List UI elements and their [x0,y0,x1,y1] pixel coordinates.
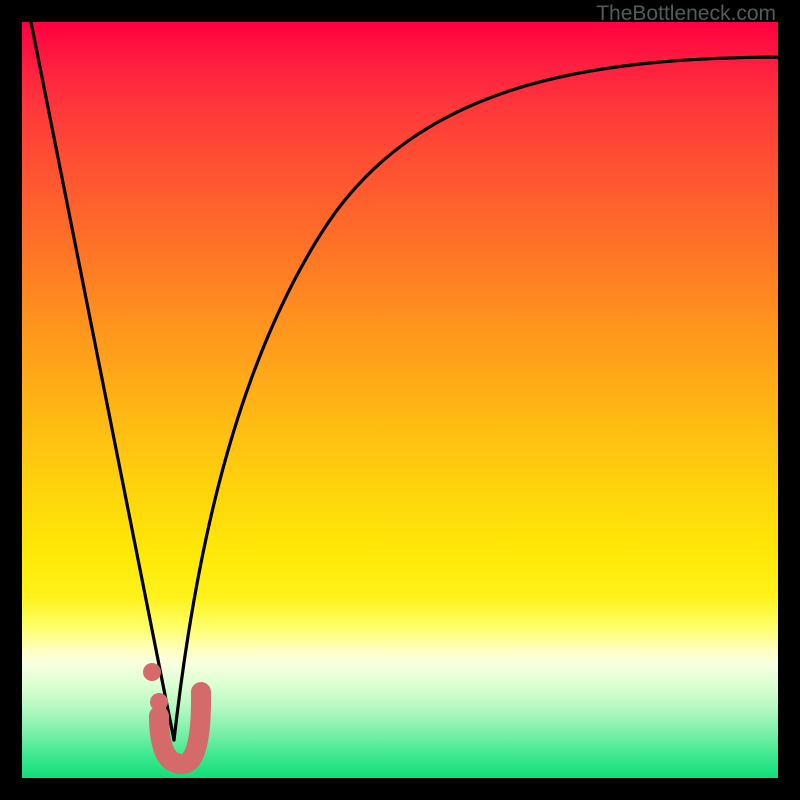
chart-frame: TheBottleneck.com [0,0,800,800]
marker-dot-1 [143,663,161,681]
right-branch-curve [174,57,792,740]
bottleneck-marker-group [143,663,201,764]
curve-layer [22,22,778,778]
watermark-text: TheBottleneck.com [596,2,776,26]
left-branch-curve [27,2,174,740]
